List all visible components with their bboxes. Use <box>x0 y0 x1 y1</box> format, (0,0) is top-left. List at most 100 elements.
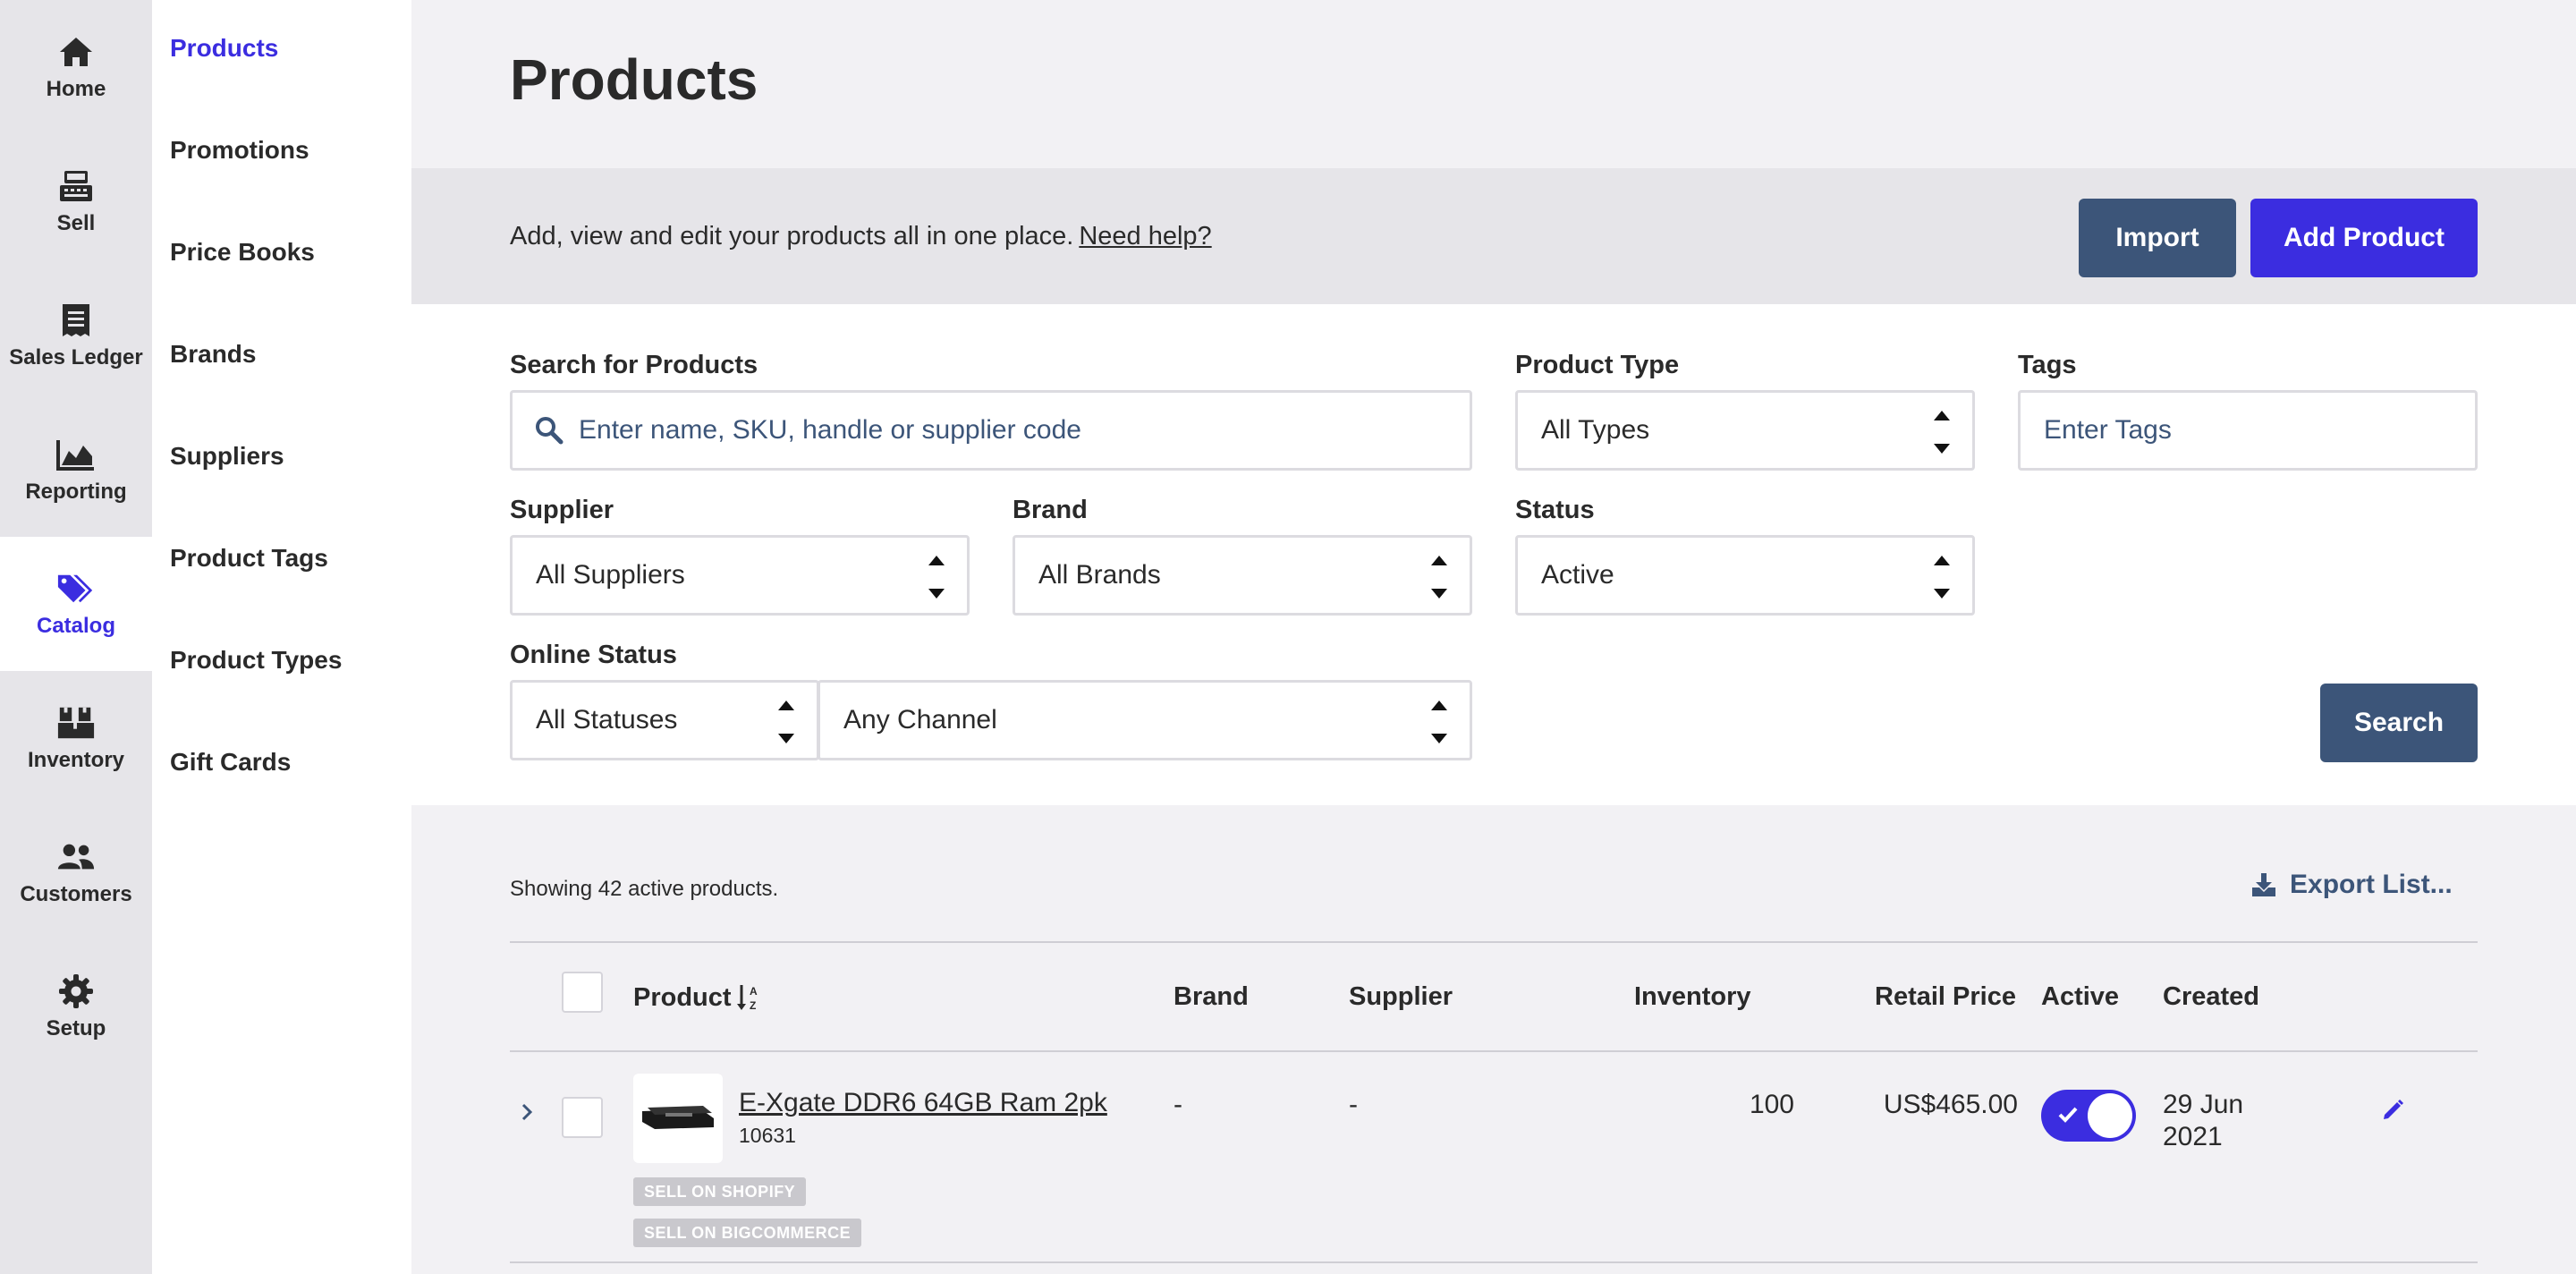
subnav-item-price-books[interactable]: Price Books <box>170 238 315 267</box>
page-title: Products <box>510 47 758 112</box>
row-checkbox[interactable] <box>562 1097 603 1138</box>
tags-input[interactable]: Enter Tags <box>2018 390 2478 471</box>
edit-pencil-icon[interactable] <box>2381 1097 2406 1122</box>
svg-text:Z: Z <box>750 999 756 1012</box>
column-header-created[interactable]: Created <box>2163 982 2259 1012</box>
rail-item-catalog[interactable]: Catalog <box>0 537 152 671</box>
subnav-item-product-types[interactable]: Product Types <box>170 646 342 675</box>
search-input[interactable]: Enter name, SKU, handle or supplier code <box>510 390 1472 471</box>
select-all-checkbox[interactable] <box>562 972 603 1013</box>
register-icon <box>56 166 96 206</box>
check-icon <box>2058 1107 2078 1123</box>
rail-item-label: Home <box>46 77 106 101</box>
supplier-label: Supplier <box>510 496 614 524</box>
rail-item-label: Catalog <box>36 614 115 638</box>
chevron-right-icon[interactable] <box>521 1102 533 1122</box>
product-supplier: - <box>1349 1090 1358 1119</box>
tags-label: Tags <box>2018 351 2077 379</box>
product-type-value: All Types <box>1541 415 1650 445</box>
product-created-year: 2021 <box>2163 1122 2223 1151</box>
search-button[interactable]: Search <box>2320 684 2478 762</box>
rail-item-label: Sales Ledger <box>9 345 143 369</box>
supplier-value: All Suppliers <box>536 560 685 590</box>
status-select[interactable]: Active <box>1515 535 1975 616</box>
rail-item-reporting[interactable]: Reporting <box>0 403 152 537</box>
updown-arrows-icon <box>1428 701 1450 743</box>
subnav-item-brands[interactable]: Brands <box>170 340 256 369</box>
updown-arrows-icon <box>1931 556 1953 599</box>
column-header-brand[interactable]: Brand <box>1174 982 1249 1012</box>
product-sku: 10631 <box>739 1124 796 1147</box>
table-divider <box>510 941 2478 943</box>
icon-rail: Home Sell Sales Ledger Reporting Catalog… <box>0 0 152 1274</box>
updown-arrows-icon <box>775 701 797 743</box>
product-retail-price: US$465.00 <box>1883 1090 2018 1119</box>
rail-item-sell[interactable]: Sell <box>0 134 152 268</box>
online-status-label: Online Status <box>510 641 677 669</box>
product-thumbnail <box>633 1074 723 1163</box>
rail-item-home[interactable]: Home <box>0 0 152 134</box>
banner-description: Add, view and edit your products all in … <box>510 222 1074 251</box>
online-status-select[interactable]: All Statuses <box>510 680 819 760</box>
tags-placeholder: Enter Tags <box>2044 415 2172 445</box>
export-label: Export List... <box>2290 870 2453 899</box>
main-content: Products Add, view and edit your product… <box>411 0 2576 1274</box>
sort-icon: AZ <box>736 985 758 1012</box>
product-type-select[interactable]: All Types <box>1515 390 1975 471</box>
updown-arrows-icon <box>1931 411 1953 454</box>
column-header-active[interactable]: Active <box>2041 982 2119 1012</box>
results-count: Showing 42 active products. <box>510 877 779 901</box>
channel-select[interactable]: Any Channel <box>818 680 1472 760</box>
supplier-select[interactable]: All Suppliers <box>510 535 970 616</box>
rail-item-label: Sell <box>56 211 96 235</box>
home-icon <box>56 32 96 72</box>
users-icon <box>56 837 96 877</box>
channel-badge: SELL ON BIGCOMMERCE <box>633 1219 862 1247</box>
import-button[interactable]: Import <box>2079 199 2236 277</box>
active-toggle[interactable] <box>2041 1090 2136 1142</box>
rail-item-label: Inventory <box>27 748 125 772</box>
subnav-item-product-tags[interactable]: Product Tags <box>170 544 328 573</box>
gear-icon <box>56 972 96 1011</box>
table-divider <box>510 1261 2478 1263</box>
subnav-item-promotions[interactable]: Promotions <box>170 136 309 165</box>
need-help-link[interactable]: Need help? <box>1079 222 1211 251</box>
column-header-supplier[interactable]: Supplier <box>1349 982 1453 1012</box>
column-label: Product <box>633 982 732 1012</box>
add-product-button[interactable]: Add Product <box>2250 199 2478 277</box>
brand-select[interactable]: All Brands <box>1013 535 1472 616</box>
column-header-product[interactable]: Product AZ <box>633 982 762 1013</box>
product-inventory: 100 <box>1749 1090 1794 1119</box>
brand-label: Brand <box>1013 496 1088 524</box>
toggle-knob <box>2088 1093 2132 1138</box>
product-name-link[interactable]: E-Xgate DDR6 64GB Ram 2pk <box>739 1088 1107 1118</box>
chart-icon <box>56 435 96 474</box>
filters-panel: Search for Products Enter name, SKU, han… <box>411 304 2576 805</box>
rail-item-inventory[interactable]: Inventory <box>0 671 152 805</box>
channel-badge: SELL ON SHOPIFY <box>633 1177 807 1206</box>
product-list: Showing 42 active products. Export List.… <box>411 805 2576 1274</box>
banner-text: Add, view and edit your products all in … <box>510 222 1212 251</box>
search-placeholder: Enter name, SKU, handle or supplier code <box>579 415 1081 445</box>
table-divider <box>510 1050 2478 1052</box>
subnav-item-products[interactable]: Products <box>170 34 278 63</box>
rail-item-customers[interactable]: Customers <box>0 805 152 939</box>
search-icon <box>536 417 564 445</box>
subnav-item-gift-cards[interactable]: Gift Cards <box>170 748 291 777</box>
column-header-retail-price[interactable]: Retail Price <box>1875 982 2016 1012</box>
column-header-inventory[interactable]: Inventory <box>1634 982 1751 1012</box>
export-list-button[interactable]: Export List... <box>2250 870 2453 900</box>
svg-text:A: A <box>750 985 758 998</box>
rail-item-sales-ledger[interactable]: Sales Ledger <box>0 268 152 403</box>
rail-item-setup[interactable]: Setup <box>0 939 152 1074</box>
subnav-item-suppliers[interactable]: Suppliers <box>170 442 284 471</box>
channel-value: Any Channel <box>843 705 997 735</box>
download-icon <box>2252 873 2275 896</box>
status-label: Status <box>1515 496 1595 524</box>
tags-icon <box>56 569 96 608</box>
catalog-subnav: Products Promotions Price Books Brands S… <box>152 0 411 1274</box>
receipt-icon <box>56 301 96 340</box>
updown-arrows-icon <box>926 556 947 599</box>
rail-item-label: Reporting <box>25 480 127 504</box>
rail-item-label: Setup <box>46 1016 106 1040</box>
